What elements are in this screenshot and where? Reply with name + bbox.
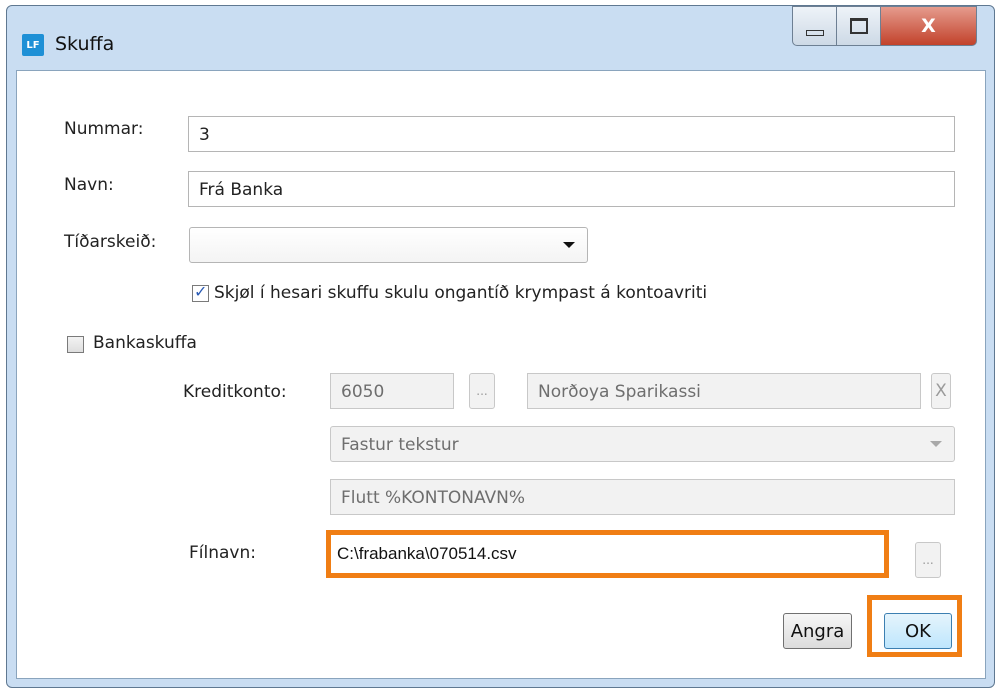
krympast-checkbox[interactable]: ✓ <box>192 282 209 302</box>
checkmark-icon: ✓ <box>194 282 208 301</box>
kreditkonto-browse-button[interactable]: ... <box>469 373 495 409</box>
text-type-dropdown[interactable]: Fastur tekstur <box>330 426 955 462</box>
bankaskuffa-label: Bankaskuffa <box>93 333 197 353</box>
title-bar: LF Skuffa X <box>7 6 994 70</box>
maximize-icon <box>849 18 868 34</box>
kreditkonto-name-input[interactable]: Norðoya Sparikassi <box>527 373 921 409</box>
app-icon: LF <box>22 34 44 56</box>
dialog-window: LF Skuffa X Nummar: 3 Navn: Frá Banka Tí… <box>6 5 995 688</box>
filnavn-label: Fílnavn: <box>189 543 256 563</box>
bankaskuffa-checkbox[interactable] <box>67 336 84 353</box>
nummar-input[interactable]: 3 <box>188 116 955 152</box>
chevron-down-icon <box>563 242 575 248</box>
ok-button-highlight <box>867 595 962 657</box>
window-title: Skuffa <box>55 33 115 55</box>
minimize-icon <box>805 30 824 36</box>
filnavn-browse-button[interactable]: ... <box>915 542 941 578</box>
tidarskeid-dropdown[interactable] <box>189 227 588 263</box>
close-icon: X <box>921 15 936 37</box>
minimize-button[interactable] <box>792 6 837 46</box>
close-button[interactable]: X <box>880 6 977 46</box>
nummar-label: Nummar: <box>64 119 144 139</box>
navn-label: Navn: <box>64 175 114 195</box>
maximize-button[interactable] <box>836 6 881 46</box>
krympast-label: Skjøl í hesari skuffu skulu ongantíð kry… <box>214 283 708 303</box>
text-value-input[interactable]: Flutt %KONTONAVN% <box>330 479 955 515</box>
dialog-body: Nummar: 3 Navn: Frá Banka Tíðarskeið: ✓ … <box>16 70 986 679</box>
cancel-button[interactable]: Angra <box>783 613 852 649</box>
navn-input[interactable]: Frá Banka <box>188 171 955 207</box>
text-type-value: Fastur tekstur <box>341 435 459 455</box>
kreditkonto-label: Kreditkonto: <box>183 382 287 402</box>
kreditkonto-number-input[interactable]: 6050 <box>330 373 454 409</box>
chevron-down-icon <box>930 441 942 447</box>
filnavn-highlight <box>326 530 889 578</box>
kreditkonto-clear-button[interactable]: X <box>931 373 951 409</box>
tidarskeid-label: Tíðarskeið: <box>64 232 157 252</box>
